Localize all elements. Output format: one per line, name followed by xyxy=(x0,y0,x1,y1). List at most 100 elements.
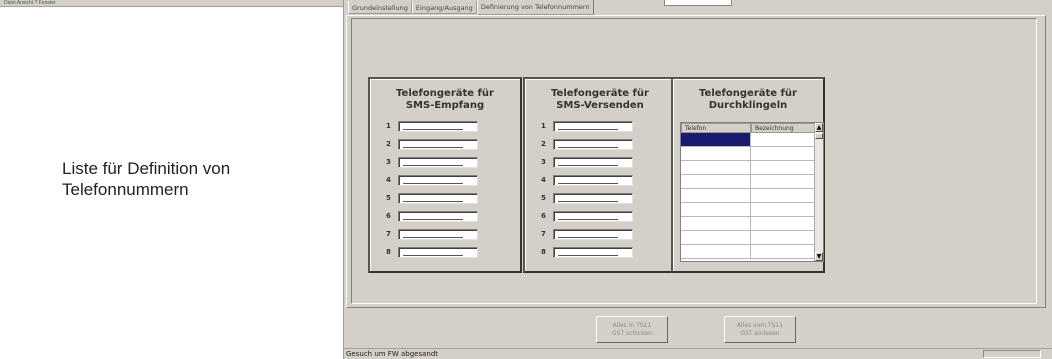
column-header-bezeichnung[interactable]: Bezeichnung xyxy=(751,123,817,133)
phone-input-8[interactable] xyxy=(398,246,478,258)
scrollbar-thumb[interactable] xyxy=(815,133,823,139)
table-row[interactable] xyxy=(681,189,823,203)
phone-input-3[interactable] xyxy=(398,156,478,168)
phone-input-4[interactable] xyxy=(398,174,478,186)
group-sms-empfang: Telefongeräte für SMS-Empfang 1 2 3 4 5 … xyxy=(368,77,522,273)
group-title-line-2: Durchklingeln xyxy=(708,100,788,111)
top-dropdown[interactable] xyxy=(664,0,732,6)
phone-row-7: 7 xyxy=(541,228,633,240)
phone-row-4: 4 xyxy=(386,174,478,186)
status-pane xyxy=(983,350,1041,358)
table-row[interactable] xyxy=(681,217,823,231)
phone-input-7[interactable] xyxy=(553,228,633,240)
table-row[interactable] xyxy=(681,245,823,259)
row-number: 7 xyxy=(541,230,546,238)
phone-input-1[interactable] xyxy=(553,120,633,132)
phone-row-6: 6 xyxy=(386,210,478,222)
durchklingeln-table[interactable]: Telefon Bezeichnung ▲ ▼ xyxy=(680,122,824,262)
group-title-line-1: Telefongeräte für xyxy=(396,88,494,99)
table-row[interactable] xyxy=(681,147,823,161)
bezeichnung-cell[interactable] xyxy=(751,203,817,217)
row-number: 3 xyxy=(541,158,546,166)
menu-strip: Datei Ansicht ? Fenster xyxy=(0,0,343,7)
group-title: Telefongeräte für SMS-Versenden xyxy=(525,88,675,112)
telefon-cell[interactable] xyxy=(681,133,751,147)
phone-input-6[interactable] xyxy=(398,210,478,222)
group-title: Telefongeräte für SMS-Empfang xyxy=(370,88,520,112)
phone-row-1: 1 xyxy=(541,120,633,132)
telefon-cell[interactable] xyxy=(681,147,751,161)
bezeichnung-cell[interactable] xyxy=(751,161,817,175)
application-window: Grundeinstellung Eingang/Ausgang Definie… xyxy=(343,0,1052,359)
phone-input-8[interactable] xyxy=(553,246,633,258)
tab-grundeinstellung[interactable]: Grundeinstellung xyxy=(348,1,412,14)
phone-input-5[interactable] xyxy=(553,192,633,204)
telefon-cell[interactable] xyxy=(681,161,751,175)
phone-input-6[interactable] xyxy=(553,210,633,222)
row-number: 7 xyxy=(386,230,391,238)
tab-telefonnummern[interactable]: Definierung von Telefonnummern xyxy=(476,0,594,15)
phone-input-3[interactable] xyxy=(553,156,633,168)
table-body xyxy=(681,133,823,259)
status-bar: Gesuch um FW abgesandt xyxy=(344,348,1052,359)
row-number: 8 xyxy=(541,248,546,256)
vertical-scrollbar[interactable]: ▲ ▼ xyxy=(814,123,823,261)
telefon-cell[interactable] xyxy=(681,203,751,217)
row-number: 1 xyxy=(386,122,391,130)
phone-input-7[interactable] xyxy=(398,228,478,240)
telefon-cell[interactable] xyxy=(681,175,751,189)
row-number: 6 xyxy=(386,212,391,220)
telefon-cell[interactable] xyxy=(681,231,751,245)
phone-row-5: 5 xyxy=(386,192,478,204)
content-panel: Telefongeräte für SMS-Empfang 1 2 3 4 5 … xyxy=(351,18,1037,304)
send-all-button[interactable]: Alles in TS11 GST schicken xyxy=(596,316,668,343)
bezeichnung-cell[interactable] xyxy=(751,147,817,161)
bezeichnung-cell[interactable] xyxy=(751,175,817,189)
row-number: 6 xyxy=(541,212,546,220)
table-header: Telefon Bezeichnung xyxy=(681,123,823,133)
bezeichnung-cell[interactable] xyxy=(751,189,817,203)
bezeichnung-cell[interactable] xyxy=(751,133,817,147)
group-title-line-1: Telefongeräte für xyxy=(551,88,649,99)
phone-input-4[interactable] xyxy=(553,174,633,186)
phone-row-8: 8 xyxy=(541,246,633,258)
bezeichnung-cell[interactable] xyxy=(751,217,817,231)
button-label-line-1: Alles vom TS11 xyxy=(736,322,784,329)
phone-row-2: 2 xyxy=(541,138,633,150)
phone-row-8: 8 xyxy=(386,246,478,258)
row-number: 1 xyxy=(541,122,546,130)
row-number: 4 xyxy=(541,176,546,184)
row-number: 3 xyxy=(386,158,391,166)
telefon-cell[interactable] xyxy=(681,217,751,231)
row-number: 5 xyxy=(386,194,391,202)
telefon-cell[interactable] xyxy=(681,245,751,259)
table-row[interactable] xyxy=(681,133,823,147)
table-row[interactable] xyxy=(681,161,823,175)
tab-bar: Grundeinstellung Eingang/Ausgang Definie… xyxy=(348,0,594,16)
tab-panel: Telefongeräte für SMS-Empfang 1 2 3 4 5 … xyxy=(346,15,1046,308)
phone-input-5[interactable] xyxy=(398,192,478,204)
group-title-line-2: SMS-Empfang xyxy=(405,100,485,111)
phone-input-2[interactable] xyxy=(398,138,478,150)
phone-row-6: 6 xyxy=(541,210,633,222)
phone-row-5: 5 xyxy=(541,192,633,204)
scroll-up-arrow-icon[interactable]: ▲ xyxy=(815,123,823,132)
group-title-line-1: Telefongeräte für xyxy=(699,88,797,99)
bezeichnung-cell[interactable] xyxy=(751,231,817,245)
row-number: 4 xyxy=(386,176,391,184)
phone-input-2[interactable] xyxy=(553,138,633,150)
table-row[interactable] xyxy=(681,175,823,189)
bezeichnung-cell[interactable] xyxy=(751,245,817,259)
scroll-down-arrow-icon[interactable]: ▼ xyxy=(815,252,823,261)
row-number: 2 xyxy=(541,140,546,148)
caption-text: Liste für Definition von Telefonnummern xyxy=(62,158,230,200)
phone-input-1[interactable] xyxy=(398,120,478,132)
table-row[interactable] xyxy=(681,203,823,217)
column-header-telefon[interactable]: Telefon xyxy=(681,123,751,133)
read-all-button[interactable]: Alles vom TS11 GST einlesen xyxy=(724,316,796,343)
table-row[interactable] xyxy=(681,231,823,245)
telefon-cell[interactable] xyxy=(681,189,751,203)
button-label-line-1: Alles in TS11 xyxy=(612,322,652,329)
button-label-line-2: GST schicken xyxy=(612,330,652,337)
tab-eingang-ausgang[interactable]: Eingang/Ausgang xyxy=(411,1,477,14)
